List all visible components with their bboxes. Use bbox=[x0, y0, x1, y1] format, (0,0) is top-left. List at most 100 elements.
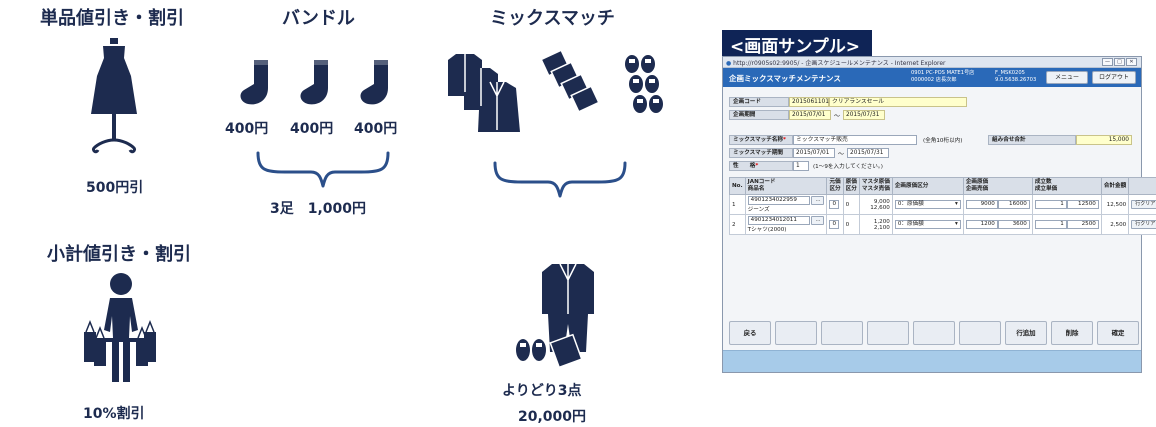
table-row: 1 4901234022959 … ジーンズ 0 0 9,000 12,600 0… bbox=[729, 194, 1156, 215]
mm-period-to-input[interactable]: 2015/07/31 bbox=[847, 148, 890, 158]
sex-hint: (1～9を入力してください。) bbox=[813, 164, 883, 170]
suit-jackets-icon bbox=[448, 54, 520, 132]
item-name: ジーンズ bbox=[747, 207, 770, 213]
mm-name-hint: (全角10桁以内) bbox=[923, 138, 963, 144]
plan-cost-input[interactable]: 1200 bbox=[965, 220, 998, 229]
row-qty-unit: 1 12500 bbox=[1031, 194, 1102, 215]
col-actions bbox=[1128, 177, 1156, 195]
item-name: Tシャツ(2000) bbox=[747, 227, 787, 233]
close-button[interactable]: ✕ bbox=[1126, 58, 1137, 66]
row-clear-button[interactable]: 行クリア bbox=[1131, 220, 1156, 229]
qty-input[interactable]: 1 bbox=[1034, 220, 1067, 229]
col-plan-price: 企画原価 企画売価 bbox=[962, 177, 1033, 195]
version: 9.0.5638.26703 bbox=[995, 77, 1037, 83]
delete-button[interactable]: 削除 bbox=[1051, 321, 1093, 345]
row-clear-button[interactable]: 行クリア bbox=[1131, 200, 1156, 209]
ie-title: http://r0905s02:9905/ - 企画スケジュールメンテナンス -… bbox=[733, 60, 946, 67]
row-master: 9,000 12,600 bbox=[858, 194, 893, 215]
screen-sample-tag: <画面サンプル> bbox=[722, 30, 872, 57]
row-price-kind: 0：原価額 ▾ bbox=[891, 194, 964, 215]
subtotal-discount-caption: 10%割引 bbox=[83, 406, 145, 422]
add-row-button[interactable]: 行追加 bbox=[1005, 321, 1047, 345]
confirm-button[interactable]: 確定 bbox=[1097, 321, 1139, 345]
app-header: 企画ミックスマッチメンテナンス 0901 PC-POS MATE1号店 0000… bbox=[723, 68, 1141, 87]
price-kind-select[interactable]: 0：原価額 ▾ bbox=[894, 220, 961, 229]
sock-icon bbox=[240, 60, 268, 105]
store-info: 0901 PC-POS MATE1号店 0000002 店長次郎 bbox=[911, 70, 974, 84]
back-button[interactable]: 戻る bbox=[729, 321, 771, 345]
row-kind1: 0 bbox=[826, 194, 844, 215]
chevron-down-icon: ▾ bbox=[955, 201, 958, 207]
menu-button[interactable]: メニュー bbox=[1046, 71, 1088, 84]
minimize-button[interactable]: — bbox=[1102, 58, 1113, 66]
blank-button-4[interactable] bbox=[913, 321, 955, 345]
ie-icon: ● bbox=[726, 60, 732, 67]
user-name: 0000002 店長次郎 bbox=[911, 77, 957, 83]
plan-name-value: クリアランスセール bbox=[829, 97, 967, 107]
row-no: 1 bbox=[729, 194, 746, 215]
mix-match-caption-line2: 20,000円 bbox=[518, 409, 587, 425]
bundle-title: バンドル bbox=[282, 8, 355, 29]
kind1-input[interactable]: 0 bbox=[829, 220, 839, 229]
plan-period-separator: ～ bbox=[834, 112, 841, 120]
mm-period-label: ミックスマッチ期間 bbox=[729, 148, 793, 158]
shirts-icon bbox=[540, 50, 600, 113]
footer-buttons: 戻る 行追加 削除 確定 bbox=[729, 321, 1139, 345]
mm-name-input[interactable]: ミックスマッチ販売 bbox=[793, 135, 917, 145]
subtotal-discount-title: 小計値引き・割引 bbox=[47, 244, 191, 265]
single-discount-title: 単品値引き・割引 bbox=[40, 8, 184, 29]
brace-icon bbox=[256, 151, 390, 188]
row-no: 2 bbox=[729, 214, 746, 235]
jan-lookup-button[interactable]: … bbox=[811, 216, 825, 225]
unit-input[interactable]: 2500 bbox=[1066, 220, 1099, 229]
plan-sell-input[interactable]: 16000 bbox=[997, 200, 1030, 209]
status-bar bbox=[723, 350, 1141, 372]
plan-sell-input[interactable]: 3600 bbox=[997, 220, 1030, 229]
sock-icon bbox=[300, 60, 328, 105]
bundle-price-2: 400円 bbox=[290, 121, 334, 137]
jan-lookup-button[interactable]: … bbox=[811, 196, 825, 205]
blank-button-2[interactable] bbox=[821, 321, 863, 345]
row-qty-unit: 1 2500 bbox=[1031, 214, 1102, 235]
mm-period-from-input[interactable]: 2015/07/01 bbox=[793, 148, 835, 158]
sample-window: ● http://r0905s02:9905/ - 企画スケジュールメンテナンス… bbox=[722, 56, 1156, 373]
plan-cost-input[interactable]: 9000 bbox=[965, 200, 998, 209]
jan-input[interactable]: 4901234022959 bbox=[747, 196, 810, 205]
col-no: No. bbox=[729, 177, 746, 195]
col-kind1: 元価 区分 bbox=[826, 177, 844, 195]
row-total: 2,500 bbox=[1100, 214, 1130, 235]
row-jan-name: 4901234022959 … ジーンズ bbox=[744, 194, 828, 215]
mm-period-separator: ～ bbox=[838, 150, 845, 158]
kind1-input[interactable]: 0 bbox=[829, 200, 839, 209]
row-actions: 行クリア bbox=[1128, 214, 1156, 235]
mix-match-title: ミックスマッチ bbox=[490, 8, 615, 29]
col-price-kind: 企画原価区分 bbox=[891, 177, 964, 195]
table-header-row: No. JANコード 商品名 元価 区分 原価 区分 マスタ原価 マスタ売価 企画原価区… bbox=[729, 177, 1156, 195]
unit-input[interactable]: 12500 bbox=[1066, 200, 1099, 209]
brace-icon bbox=[493, 161, 627, 198]
row-kind1: 0 bbox=[826, 214, 844, 235]
blank-button-5[interactable] bbox=[959, 321, 1001, 345]
store-name: 0901 PC-POS MATE1号店 bbox=[911, 70, 975, 76]
row-master: 1,200 2,100 bbox=[858, 214, 893, 235]
shoes-icon bbox=[625, 55, 663, 113]
col-master: マスタ原価 マスタ売価 bbox=[858, 177, 893, 195]
row-kind2: 0 bbox=[842, 194, 860, 215]
sock-icon bbox=[360, 60, 388, 105]
jan-input[interactable]: 4901234012011 bbox=[747, 216, 810, 225]
dress-on-mannequin-icon bbox=[91, 38, 137, 154]
sex-input[interactable]: 1 bbox=[793, 161, 809, 171]
blank-button-3[interactable] bbox=[867, 321, 909, 345]
col-kind2: 原価 区分 bbox=[842, 177, 860, 195]
blank-button-1[interactable] bbox=[775, 321, 817, 345]
app-title: 企画ミックスマッチメンテナンス bbox=[729, 74, 841, 83]
item-table: No. JANコード 商品名 元価 区分 原価 区分 マスタ原価 マスタ売価 企画原価区… bbox=[729, 177, 1156, 235]
plan-period-from: 2015/07/01 bbox=[789, 110, 831, 120]
price-kind-select[interactable]: 0：原価額 ▾ bbox=[894, 200, 961, 209]
qty-input[interactable]: 1 bbox=[1034, 200, 1067, 209]
row-total: 12,500 bbox=[1100, 194, 1130, 215]
maximize-button[interactable]: □ bbox=[1114, 58, 1125, 66]
col-total: 合計金額 bbox=[1100, 177, 1130, 195]
logout-button[interactable]: ログアウト bbox=[1092, 71, 1136, 84]
sex-label: 性 格* bbox=[729, 161, 793, 171]
